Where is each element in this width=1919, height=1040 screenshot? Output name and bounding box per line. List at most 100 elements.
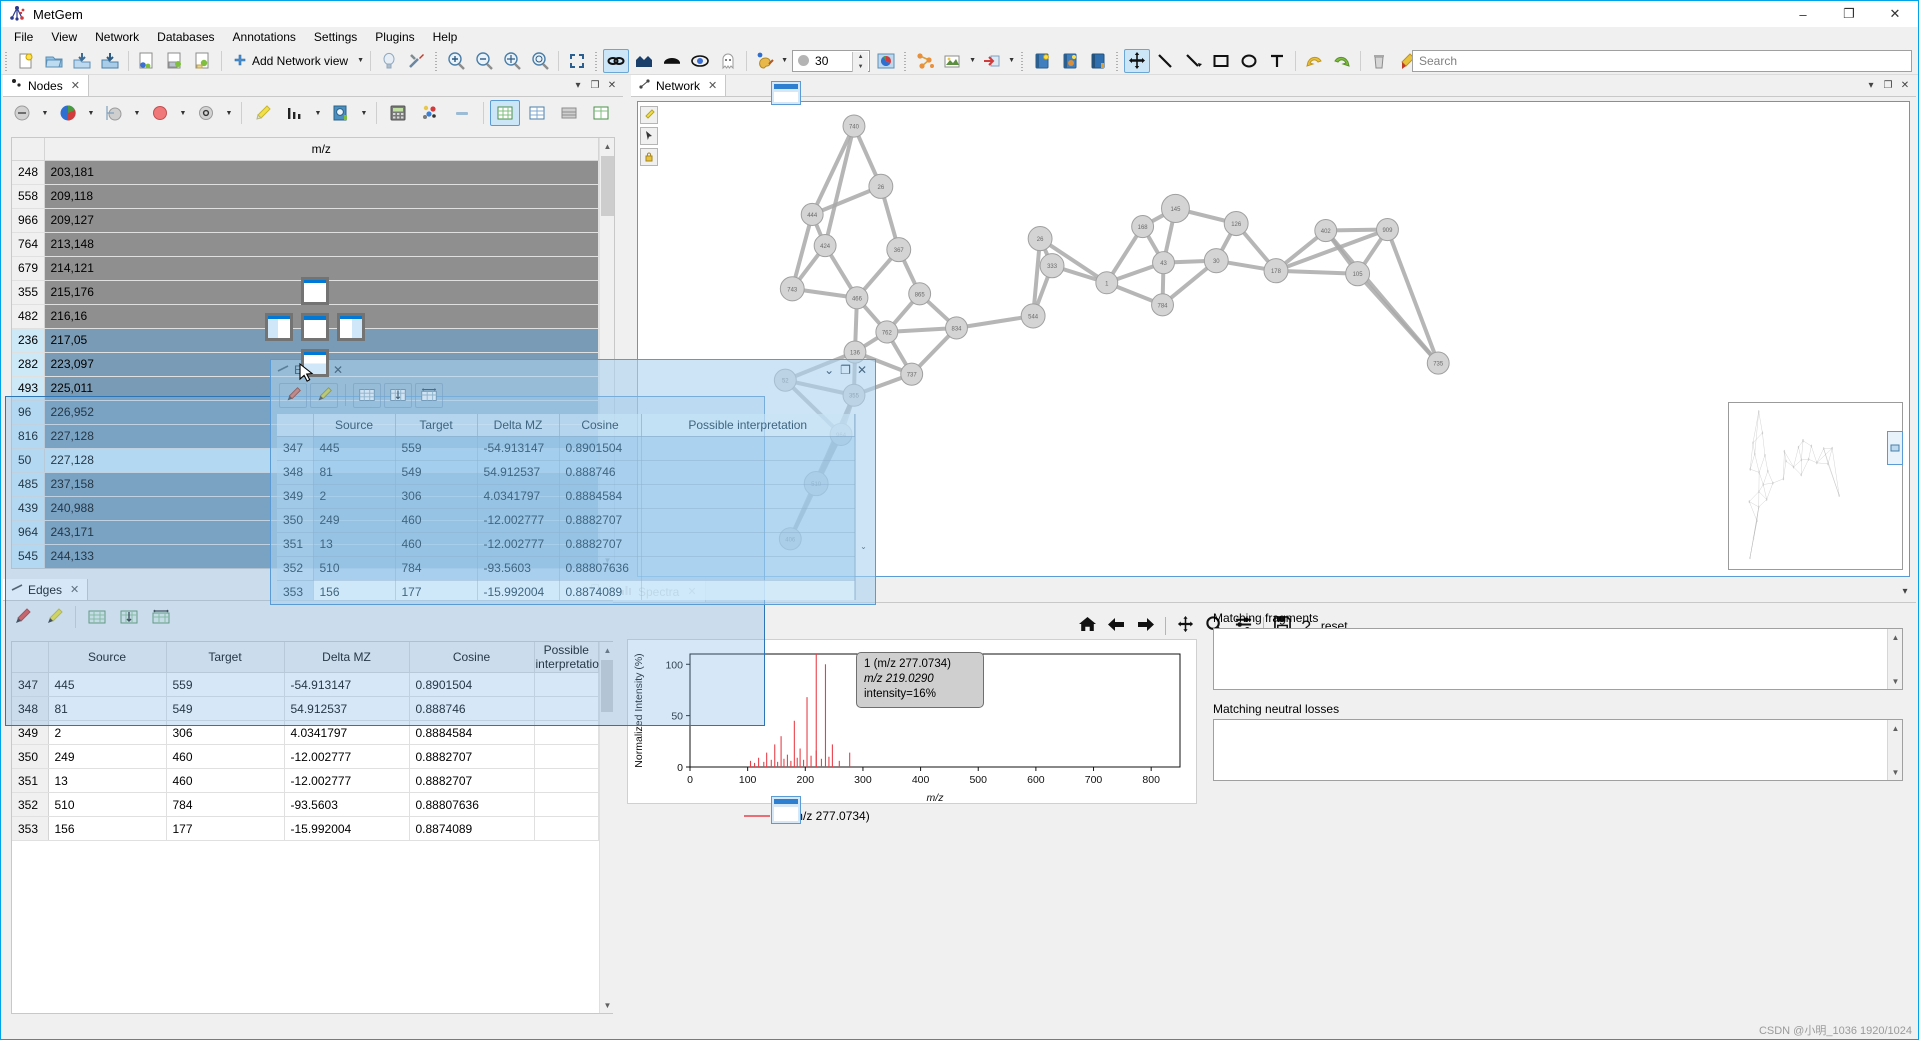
zoom-selection-icon[interactable]: [499, 49, 525, 73]
floating-edges-table[interactable]: Source Target Delta MZ Cosine Possible i…: [277, 414, 855, 600]
size-by-icon[interactable]: [99, 100, 129, 126]
floating-edges-x-icon[interactable]: ✕: [857, 363, 867, 377]
spinbox-arrows[interactable]: ▲▼: [852, 52, 868, 72]
minus-circle-dropdown-icon[interactable]: ▼: [39, 100, 51, 126]
edges-table-container[interactable]: Source Target Delta MZ Cosine Possible i…: [11, 641, 615, 1014]
db-book-icon[interactable]: [1085, 49, 1111, 73]
toolbar-grip-3[interactable]: [593, 50, 600, 72]
floating-edges-scrollbar[interactable]: ⌄: [855, 414, 869, 600]
toolbar-grip-6[interactable]: [1114, 50, 1121, 72]
menu-annotations[interactable]: Annotations: [224, 28, 305, 46]
menu-file[interactable]: File: [5, 28, 42, 46]
text-tool-icon[interactable]: [1264, 49, 1290, 73]
eye-icon[interactable]: [687, 49, 713, 73]
process-file-icon[interactable]: [134, 49, 160, 73]
forward-arrow-icon[interactable]: [1136, 616, 1155, 636]
select-mode-icon[interactable]: [640, 127, 658, 145]
close-button[interactable]: ✕: [1872, 1, 1918, 27]
tools-icon[interactable]: [404, 49, 430, 73]
tab-nodes[interactable]: Nodes ✕: [3, 75, 89, 96]
edges-col-target[interactable]: Target: [166, 642, 284, 673]
matching-fragments-scroll-down-icon[interactable]: ▼: [1888, 673, 1903, 689]
table-row[interactable]: 3488154954.9125370.888746: [277, 460, 855, 484]
db-search-icon[interactable]: [326, 100, 356, 126]
pie-chart-icon[interactable]: [53, 100, 83, 126]
table-row[interactable]: 350249460-12.0027770.8882707: [12, 745, 599, 769]
floating-red-marker-icon[interactable]: [279, 383, 307, 408]
home-nodes-icon[interactable]: [631, 49, 657, 73]
table-row[interactable]: 3488154954.9125370.888746: [12, 697, 599, 721]
floating-edges-collapse-icon[interactable]: ⌄: [824, 363, 834, 377]
process-table-icon[interactable]: [162, 49, 188, 73]
edit-mode-icon[interactable]: [640, 106, 658, 124]
zoom-in-icon[interactable]: [443, 49, 469, 73]
table-row[interactable]: 352510784-93.56030.88807636: [277, 556, 855, 580]
table-row[interactable]: 34923064.03417970.8884584: [12, 721, 599, 745]
tab-network[interactable]: Network ✕: [631, 75, 726, 96]
import-data-icon[interactable]: [69, 49, 95, 73]
table-view-icon[interactable]: [490, 100, 520, 126]
zoom-out-icon[interactable]: [471, 49, 497, 73]
tab-edges[interactable]: Edges ✕: [3, 579, 88, 600]
rect-tool-icon[interactable]: [1208, 49, 1234, 73]
open-file-icon[interactable]: [41, 49, 67, 73]
floating-table-sort-icon[interactable]: [384, 383, 412, 408]
undo-icon[interactable]: [1301, 49, 1327, 73]
table-row[interactable]: 347445559-54.9131470.8901504: [12, 673, 599, 697]
dock-hint-top[interactable]: [301, 277, 329, 305]
matching-neutral-losses-scroll-up-icon[interactable]: ▲: [1888, 720, 1903, 736]
node-style-icon[interactable]: [191, 100, 221, 126]
nodes-col-index[interactable]: [12, 138, 44, 160]
yellow-marker-icon[interactable]: [39, 604, 69, 630]
calculator-icon[interactable]: [383, 100, 413, 126]
pie-color-icon[interactable]: [873, 49, 899, 73]
edges-vertical-scrollbar[interactable]: ▲ ▼: [599, 642, 614, 1013]
table-row[interactable]: 350249460-12.0027770.8882707: [277, 508, 855, 532]
floating-edges-window[interactable]: Edges ✕ ⌄ ❐ ✕: [270, 359, 876, 605]
tab-edges-close-icon[interactable]: ✕: [70, 583, 79, 596]
pan-icon[interactable]: [1176, 615, 1195, 637]
floating-edges-scroll-down-icon[interactable]: ⌄: [856, 538, 869, 554]
spectra-collapse-icon[interactable]: ▾: [1898, 585, 1912, 599]
nodes-float-icon[interactable]: ❐: [588, 79, 602, 93]
table-width-icon[interactable]: [146, 604, 176, 630]
floating-col-source[interactable]: Source: [313, 414, 395, 436]
redo-icon[interactable]: [1329, 49, 1355, 73]
palette-dropdown-icon[interactable]: ▼: [779, 49, 790, 73]
edges-col-cosine[interactable]: Cosine: [409, 642, 534, 673]
ellipse-tool-icon[interactable]: [1236, 49, 1262, 73]
export-dropdown-icon[interactable]: ▼: [1006, 49, 1017, 73]
dock-hint-left[interactable]: [265, 313, 293, 341]
table-grid-icon[interactable]: [522, 100, 552, 126]
tab-network-close-icon[interactable]: ✕: [708, 79, 717, 92]
floating-table-rows-icon[interactable]: [353, 383, 381, 408]
size-by-dropdown-icon[interactable]: ▼: [131, 100, 143, 126]
ghost-icon[interactable]: [715, 49, 741, 73]
floating-col-cosine[interactable]: Cosine: [559, 414, 641, 436]
network-collapse-icon[interactable]: ▾: [1864, 79, 1878, 93]
floating-col-interpretation[interactable]: Possible interpretation: [641, 414, 855, 436]
home-icon[interactable]: [1078, 616, 1097, 636]
matching-neutral-losses-list[interactable]: ▲ ▼: [1213, 719, 1903, 781]
floating-table-width-icon[interactable]: [415, 383, 443, 408]
menu-network[interactable]: Network: [86, 28, 148, 46]
cluster-icon[interactable]: [912, 49, 938, 73]
db-view-icon[interactable]: [1057, 49, 1083, 73]
toolbar-grip[interactable]: [3, 50, 10, 72]
nodes-scroll-up-icon[interactable]: ▲: [600, 138, 615, 154]
network-close-icon[interactable]: ✕: [1898, 79, 1912, 93]
color-node-dropdown-icon[interactable]: ▼: [177, 100, 189, 126]
lightbulb-icon[interactable]: [376, 49, 402, 73]
line-tool-icon[interactable]: [1152, 49, 1178, 73]
import-metadata-icon[interactable]: [97, 49, 123, 73]
move-tool-icon[interactable]: [1124, 49, 1150, 73]
cluster-color-icon[interactable]: [415, 100, 445, 126]
toolbar-grip-2[interactable]: [433, 50, 440, 72]
node-size-spinbox[interactable]: 30 ▲▼: [792, 50, 870, 72]
table-row[interactable]: 35113460-12.0027770.8882707: [277, 532, 855, 556]
edges-table[interactable]: Source Target Delta MZ Cosine Possible i…: [12, 642, 599, 841]
menu-view[interactable]: View: [42, 28, 86, 46]
edges-col-index[interactable]: [12, 642, 48, 673]
table-rows-icon[interactable]: [82, 604, 112, 630]
network-float-icon[interactable]: ❐: [1881, 79, 1895, 93]
